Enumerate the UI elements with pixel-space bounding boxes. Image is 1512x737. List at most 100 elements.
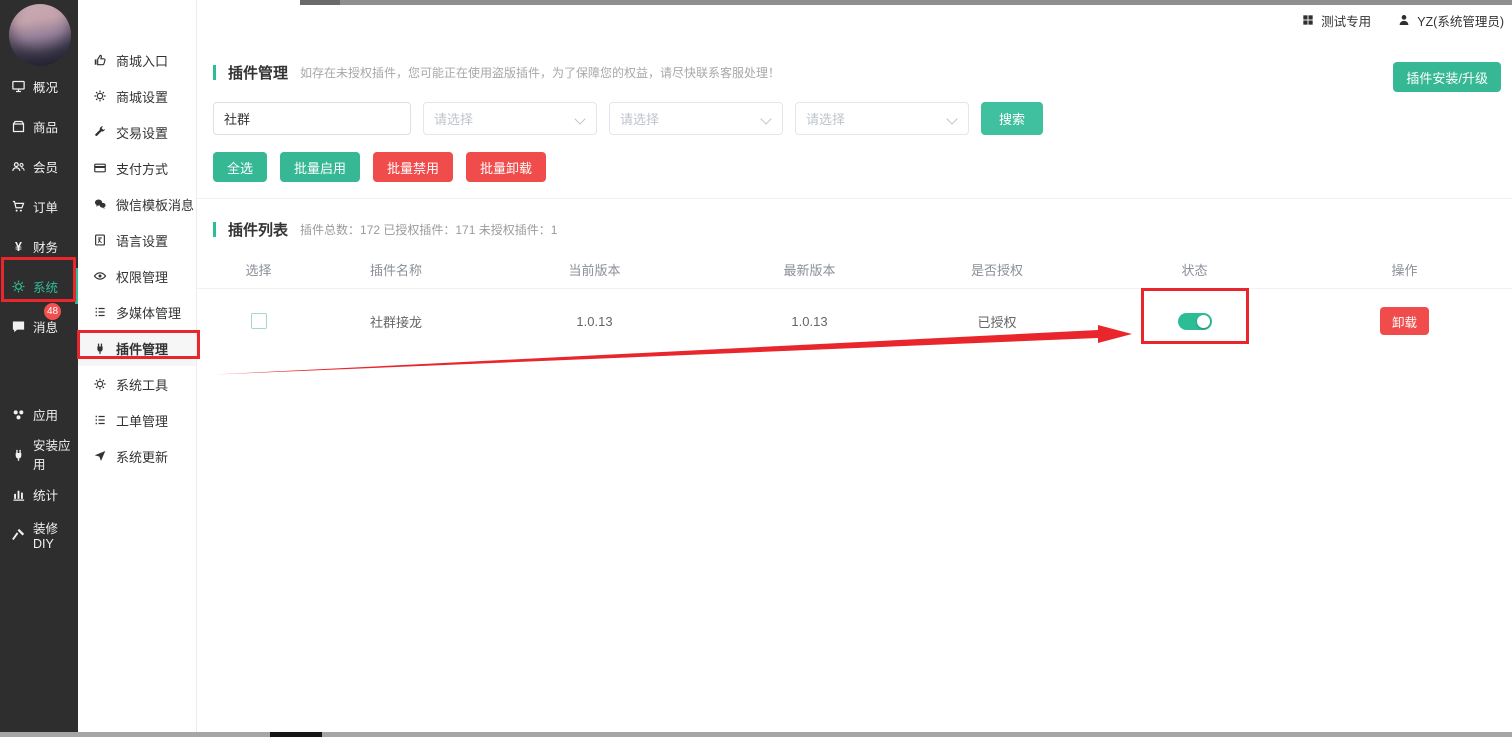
filter-select[interactable]: 请选择 (423, 102, 597, 135)
table-header-cell: 选择 (197, 260, 320, 279)
secondary-sidebar-item-label: 插件管理 (116, 339, 168, 358)
plugin-name-cell: 社群接龙 (320, 312, 472, 331)
warning-text: 如存在未授权插件，您可能正在使用盗版插件，为了保障您的权益，请尽快联系客服处理！ (300, 64, 780, 81)
section-divider (197, 198, 1512, 199)
credit-card-icon (93, 161, 107, 175)
primary-sidebar-item[interactable]: 消息 48 (0, 306, 78, 346)
apps-icon (11, 407, 26, 422)
primary-sidebar-item-label: 安装应用 (33, 435, 78, 473)
goods-icon (11, 119, 26, 134)
primary-sidebar-item[interactable]: 财务 (0, 226, 78, 266)
stats-icon (11, 487, 26, 502)
batch-action-button[interactable]: 全选 (213, 152, 267, 182)
primary-sidebar-item[interactable]: 装修DIY (0, 514, 78, 554)
secondary-sidebar-item[interactable]: 支付方式 (78, 150, 196, 186)
gear-icon (93, 89, 107, 103)
send-icon (93, 449, 107, 463)
primary-sidebar-item[interactable]: 安装应用 (0, 434, 78, 474)
batch-action-button[interactable]: 批量禁用 (373, 152, 453, 182)
batch-action-button[interactable]: 批量启用 (280, 152, 360, 182)
status-toggle[interactable] (1178, 313, 1212, 330)
batch-action-button[interactable]: 批量卸载 (466, 152, 546, 182)
section-accent-bar (213, 222, 216, 237)
wechat-icon (93, 197, 107, 211)
table-header-cell: 插件名称 (320, 260, 472, 279)
secondary-sidebar-item-label: 系统更新 (116, 447, 168, 466)
cart-icon (11, 199, 26, 214)
primary-sidebar-item-label: 商品 (33, 117, 58, 136)
secondary-sidebar-item-label: 工单管理 (116, 411, 168, 430)
primary-nav: 概况 商品 会员 订单 财务 (0, 66, 78, 554)
primary-sidebar-item-label: 装修DIY (33, 518, 78, 551)
row-checkbox[interactable] (251, 313, 267, 329)
primary-sidebar-item[interactable]: 商品 (0, 106, 78, 146)
primary-sidebar-item-label: 系统 (33, 277, 58, 296)
main-content: 插件管理 如存在未授权插件，您可能正在使用盗版插件，为了保障您的权益，请尽快联系… (197, 35, 1512, 732)
latest-version-cell: 1.0.13 (717, 314, 902, 329)
secondary-sidebar-item[interactable]: 语言设置 (78, 222, 196, 258)
primary-sidebar-item[interactable]: 系统 (0, 266, 78, 306)
yen-icon (11, 239, 26, 254)
primary-sidebar-item[interactable]: 应用 (0, 394, 78, 434)
filter-select[interactable]: 请选择 (795, 102, 969, 135)
gear-icon (93, 377, 107, 391)
plugin-list-header: 插件列表 插件总数：172 已授权插件：171 未授权插件：1 (213, 219, 1496, 240)
secondary-sidebar-item[interactable]: 工单管理 (78, 402, 196, 438)
table-header-cell: 操作 (1297, 260, 1512, 279)
secondary-sidebar-item-label: 交易设置 (116, 123, 168, 142)
section-accent-bar (213, 65, 216, 80)
message-count-badge: 48 (44, 303, 61, 320)
secondary-sidebar-item[interactable]: 系统工具 (78, 366, 196, 402)
primary-sidebar-item[interactable]: 统计 (0, 474, 78, 514)
plugin-manage-header: 插件管理 如存在未授权插件，您可能正在使用盗版插件，为了保障您的权益，请尽快联系… (213, 62, 1392, 83)
secondary-sidebar-item[interactable]: 多媒体管理 (78, 294, 196, 330)
filter-row: 请选择 请选择 请选择 搜索 (213, 102, 1512, 135)
secondary-sidebar-item[interactable]: 权限管理 (78, 258, 196, 294)
message-icon (11, 319, 26, 334)
primary-sidebar-item-label: 统计 (33, 485, 58, 504)
top-edge-strip-dark (300, 0, 340, 5)
chevron-down-icon (574, 113, 585, 124)
top-edge-strip (340, 0, 1512, 5)
chevron-down-icon (946, 113, 957, 124)
workspace-switcher[interactable]: 测试专用 (1301, 11, 1371, 30)
secondary-sidebar-item[interactable]: 交易设置 (78, 114, 196, 150)
primary-sidebar-item-label: 会员 (33, 157, 58, 176)
primary-sidebar-item[interactable]: 概况 (0, 66, 78, 106)
person-icon (1397, 13, 1411, 27)
secondary-sidebar-item[interactable]: 系统更新 (78, 438, 196, 474)
keyword-input[interactable] (213, 102, 411, 135)
secondary-sidebar-item-label: 多媒体管理 (116, 303, 181, 322)
secondary-sidebar-item[interactable]: 商城设置 (78, 78, 196, 114)
search-button[interactable]: 搜索 (981, 102, 1043, 135)
table-header-row: 选择 插件名称 当前版本 最新版本 是否授权 状态 操作 (197, 250, 1512, 289)
secondary-sidebar-item-label: 商城设置 (116, 87, 168, 106)
secondary-sidebar-item[interactable]: 插件管理 (78, 330, 196, 366)
secondary-sidebar-item-label: 商城入口 (116, 51, 168, 70)
primary-sidebar-item-label: 应用 (33, 405, 58, 424)
filter-select-placeholder: 请选择 (620, 109, 659, 128)
bottom-edge-strip (0, 732, 1512, 737)
filter-select[interactable]: 请选择 (609, 102, 783, 135)
secondary-sidebar-item[interactable]: 微信模板消息 (78, 186, 196, 222)
table-header-cell: 是否授权 (902, 260, 1092, 279)
primary-sidebar-item[interactable]: 会员 (0, 146, 78, 186)
primary-sidebar-item[interactable]: 订单 (0, 186, 78, 226)
secondary-sidebar-item[interactable]: 商城入口 (78, 42, 196, 78)
secondary-sidebar-item-label: 权限管理 (116, 267, 168, 286)
secondary-sidebar-item-label: 微信模板消息 (116, 195, 194, 214)
plugin-install-upgrade-button[interactable]: 插件安装/升级 (1393, 62, 1501, 92)
table-header-cell: 最新版本 (717, 260, 902, 279)
uninstall-button[interactable]: 卸载 (1380, 307, 1429, 335)
language-icon (93, 233, 107, 247)
secondary-sidebar-item-label: 语言设置 (116, 231, 168, 250)
primary-sidebar-item-label: 财务 (33, 237, 58, 256)
table-row: 社群接龙 1.0.13 1.0.13 已授权 卸载 (197, 289, 1512, 353)
plug-icon (11, 447, 26, 462)
workspace-label: 测试专用 (1321, 11, 1371, 30)
avatar[interactable] (9, 4, 71, 66)
primary-sidebar-item-label: 概况 (33, 77, 58, 96)
filter-select-placeholder: 请选择 (806, 109, 845, 128)
table-header-cell: 状态 (1092, 260, 1297, 279)
user-menu[interactable]: YZ(系统管理员) (1397, 11, 1504, 30)
